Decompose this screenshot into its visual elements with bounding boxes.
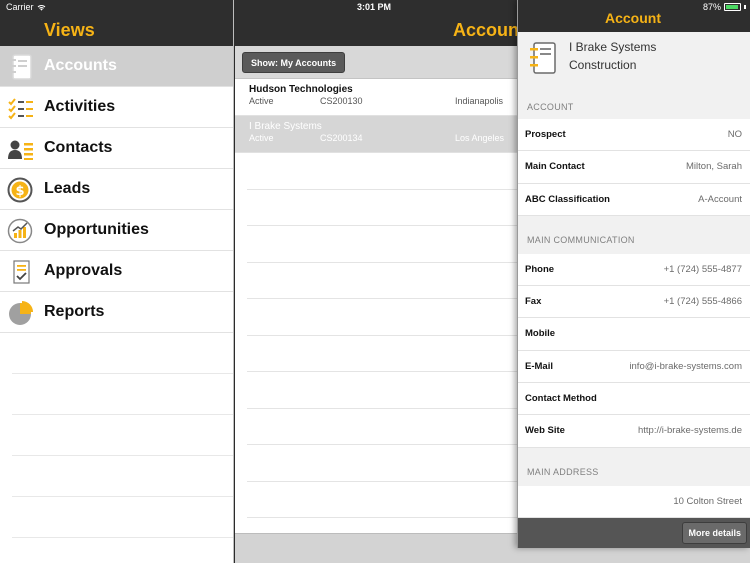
field-value: Milton, Sarah <box>686 161 742 173</box>
views-title: Views <box>44 20 95 40</box>
battery-tip <box>744 5 746 9</box>
field-main-contact[interactable]: Main Contact Milton, Sarah <box>518 151 750 184</box>
field-value: http://i-brake-systems.de <box>637 425 742 437</box>
menu-item-reports[interactable]: Reports <box>0 292 233 333</box>
views-menu: Accounts Activities Contacts $ Leads Opp… <box>0 46 233 333</box>
field-label: Fax <box>525 296 542 308</box>
section-gap <box>518 215 750 228</box>
battery-status: 87% <box>703 2 746 12</box>
field-label: Prospect <box>525 129 566 140</box>
field-contact-method[interactable]: Contact Method <box>518 383 750 416</box>
section-label-account: ACCOUNT <box>518 92 750 119</box>
menu-item-opportunities[interactable]: Opportunities <box>0 210 233 251</box>
field-label: Mobile <box>525 328 556 340</box>
company-name: I Brake Systems Construction <box>569 38 739 74</box>
section-label-main-communication: MAIN COMMUNICATION <box>518 227 750 254</box>
account-name: I Brake Systems <box>249 121 322 132</box>
account-city: Los Angeles <box>455 133 505 143</box>
views-header: Carrier Views <box>0 0 233 46</box>
section-gap <box>518 447 750 460</box>
person-icon <box>8 140 33 160</box>
field-label: Phone <box>525 263 555 275</box>
detail-bottom-toolbar: More details <box>518 518 750 548</box>
address-book-icon <box>530 42 556 74</box>
menu-label-contacts: Contacts <box>44 139 113 156</box>
approval-document-icon <box>13 260 30 284</box>
field-value: A-Account <box>698 193 742 205</box>
menu-label-opportunities: Opportunities <box>44 221 149 238</box>
field-value: info@i-brake-systems.com <box>629 360 742 372</box>
menu-label-activities: Activities <box>44 98 116 115</box>
views-empty-area <box>0 333 233 563</box>
account-status: Active <box>249 96 274 106</box>
menu-label-accounts: Accounts <box>44 57 117 74</box>
company-header: I Brake Systems Construction <box>518 32 750 92</box>
menu-item-approvals[interactable]: Approvals <box>0 251 233 292</box>
status-time: 3:01 PM <box>357 2 392 12</box>
svg-text:$: $ <box>15 184 24 199</box>
account-city: Indianapolis <box>455 96 504 106</box>
growth-chart-icon <box>7 218 33 244</box>
field-prospect[interactable]: Prospect NO <box>518 119 750 152</box>
detail-title: Account <box>605 10 661 26</box>
field-street[interactable]: 10 Colton Street <box>518 485 750 518</box>
detail-header: 87% Account <box>518 0 750 32</box>
field-value: +1 (724) 555-4877 <box>663 263 742 275</box>
field-web-site[interactable]: Web Site http://i-brake-systems.de <box>518 415 750 448</box>
field-value: 10 Colton Street <box>673 495 742 507</box>
empty-row <box>12 374 233 415</box>
field-label: ABC Classification <box>525 193 610 205</box>
field-label: Web Site <box>525 425 565 437</box>
empty-row <box>12 333 233 374</box>
field-email[interactable]: E-Mail info@i-brake-systems.com <box>518 350 750 384</box>
menu-label-reports: Reports <box>44 303 105 320</box>
dollar-coin-icon: $ <box>7 177 33 203</box>
menu-item-accounts[interactable]: Accounts <box>0 46 233 87</box>
field-abc-classification[interactable]: ABC Classification A-Account <box>518 183 750 216</box>
empty-row <box>12 456 233 497</box>
section-label-main-address: MAIN ADDRESS <box>518 459 750 486</box>
field-mobile[interactable]: Mobile <box>518 318 750 351</box>
account-detail-popover: 87% Account I Brake Systems Construction… <box>517 0 750 548</box>
menu-label-approvals: Approvals <box>44 262 123 279</box>
empty-row <box>12 497 233 538</box>
empty-row <box>12 415 233 456</box>
checklist-icon <box>8 98 33 120</box>
field-phone[interactable]: Phone +1 (724) 555-4877 <box>518 253 750 287</box>
field-label: Main Contact <box>525 161 585 173</box>
field-value: NO <box>727 129 742 140</box>
show-my-accounts-button[interactable]: Show: My Accounts <box>242 52 346 73</box>
account-status: Active <box>249 133 274 143</box>
views-panel: Carrier Views Accounts Activities Contac… <box>0 0 234 563</box>
field-label: E-Mail <box>525 360 553 372</box>
battery-percent: 87% <box>702 2 721 12</box>
menu-label-leads: Leads <box>44 180 91 197</box>
field-value: +1 (724) 555-4866 <box>663 296 742 308</box>
field-label: Contact Method <box>525 393 597 405</box>
empty-row <box>12 538 233 563</box>
carrier-status: Carrier <box>6 2 46 12</box>
account-name: Hudson Technologies <box>249 84 353 95</box>
more-details-button[interactable]: More details <box>682 522 747 544</box>
carrier-label: Carrier <box>6 2 34 12</box>
address-book-icon <box>10 54 32 80</box>
account-id: CS200130 <box>320 96 363 106</box>
menu-item-leads[interactable]: $ Leads <box>0 169 233 210</box>
battery-icon <box>724 3 741 11</box>
field-fax[interactable]: Fax +1 (724) 555-4866 <box>518 286 750 319</box>
account-id: CS200134 <box>320 133 363 143</box>
company-name-line2: Construction <box>569 58 637 72</box>
menu-item-contacts[interactable]: Contacts <box>0 128 233 169</box>
wifi-icon <box>37 4 45 11</box>
pie-chart-icon <box>9 301 33 325</box>
menu-item-activities[interactable]: Activities <box>0 87 233 128</box>
company-name-line1: I Brake Systems <box>569 40 657 54</box>
